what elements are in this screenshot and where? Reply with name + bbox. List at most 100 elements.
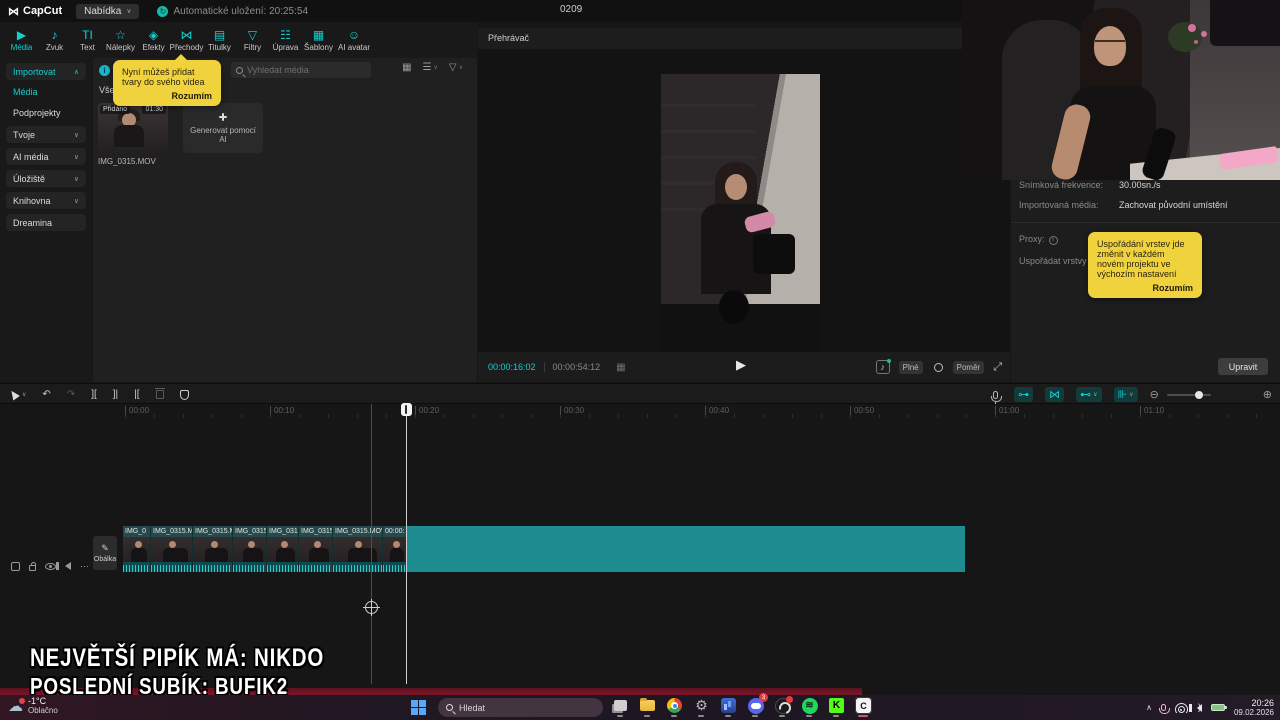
preview-zoom-icon[interactable] [932, 361, 944, 373]
tab-captions[interactable]: ▤ Titulky [203, 28, 236, 52]
tab-effects[interactable]: ◈ Efekty [137, 28, 170, 52]
capcut-taskbar-button[interactable]: C [855, 697, 872, 717]
record-voiceover-icon[interactable] [991, 390, 1003, 405]
zoom-fit-icon[interactable]: ⊕ [1263, 388, 1272, 401]
sidebar-item-storage[interactable]: Úložiště ∨ [6, 170, 86, 187]
tab-templates[interactable]: ▦ Šablony [302, 27, 335, 52]
sidebar-item-import[interactable]: Importovat ∧ [6, 63, 86, 80]
settings-button[interactable]: ⚙ [693, 697, 710, 717]
zoom-out-icon[interactable]: ⊖ [1150, 388, 1159, 401]
visibility-icon[interactable] [45, 562, 56, 570]
timeline-clip[interactable]: 00:00: [383, 526, 407, 572]
linking-icon[interactable]: ⊷ ∨ [1076, 387, 1102, 402]
playhead-handle[interactable] [401, 403, 412, 416]
tray-expand-icon[interactable]: ∧ [1146, 703, 1152, 712]
tab-stickers[interactable]: ☆ Nálepky [104, 28, 137, 52]
discord-button[interactable]: 3 [747, 693, 768, 717]
preview-axis-icon[interactable]: ⊪ ∨ [1113, 387, 1138, 402]
timeline-clip-unrendered[interactable] [407, 526, 965, 572]
tab-audio[interactable]: ♪ Zvuk [38, 28, 71, 52]
cover-button[interactable]: ✎ Obálka [93, 536, 117, 570]
split-icon[interactable]: ][ [91, 389, 97, 400]
trim-left-icon[interactable]: ]| [113, 389, 118, 400]
play-button[interactable]: ▶ [736, 357, 746, 373]
tab-adjust[interactable]: ☷ Úprava [269, 28, 302, 52]
timeline-clip[interactable]: IMG_0315.MOV [333, 526, 383, 572]
timeline-clip[interactable]: IMG_0315.M [151, 526, 193, 572]
autosave-icon: ↻ [157, 5, 169, 17]
sidebar-item-yours[interactable]: Tvoje ∨ [6, 126, 86, 143]
timeline-clip[interactable]: IMG_0315.M [193, 526, 233, 572]
grid-view-icon[interactable]: ▦ [402, 62, 411, 73]
mic-tray-icon[interactable] [1158, 704, 1170, 714]
filter-icon[interactable]: ▽ ∨ [449, 62, 463, 73]
redo-icon[interactable]: ↷ [67, 389, 75, 400]
quality-button[interactable]: Plné [898, 360, 923, 374]
generate-ai-card[interactable]: Generovat pomocí AI [183, 103, 263, 153]
timeline-clip[interactable]: IMG_0315 [233, 526, 267, 572]
timeline-ruler[interactable]: 00:00 00:10 00:20 00:30 00:40 00:50 01:0… [0, 404, 1280, 418]
volume-icon[interactable] [1188, 702, 1202, 712]
info-badge-icon: i [99, 65, 110, 76]
auto-ripple-icon[interactable]: ⋈ [1045, 387, 1065, 402]
tab-filters[interactable]: ▽ Filtry [236, 28, 269, 52]
timeline-clip[interactable]: IMG_0315 [299, 526, 333, 572]
delete-icon[interactable] [154, 388, 165, 399]
video-preview[interactable] [661, 74, 820, 354]
current-time: 00:00:16:02 [488, 362, 536, 372]
sidebar-item-dreamina[interactable]: Dreamina [6, 214, 86, 231]
photos-button[interactable] [720, 697, 737, 717]
tab-media[interactable]: ▶ Média [5, 28, 38, 52]
undo-icon[interactable]: ↶ [42, 389, 50, 400]
sidebar-item-media[interactable]: Média [13, 87, 38, 97]
timeline-clip[interactable]: IMG_0 [123, 526, 151, 572]
ratio-button[interactable]: Poměr [952, 360, 985, 374]
slider-handle[interactable] [1194, 390, 1203, 399]
tab-ai-avatar[interactable]: ☺ AI avatar [335, 28, 373, 52]
frames-view-icon[interactable]: ▦ [616, 362, 625, 373]
weather-widget[interactable]: ☁ -1°C Oblačno [8, 696, 58, 716]
media-search-input[interactable] [247, 65, 357, 75]
chrome-button[interactable] [666, 697, 683, 717]
tab-text[interactable]: TI Text [71, 28, 104, 52]
sidebar-item-ai-media[interactable]: AI média ∨ [6, 148, 86, 165]
select-tool-button[interactable]: ∨ [8, 388, 26, 401]
file-explorer-button[interactable] [639, 697, 656, 717]
start-button[interactable] [411, 700, 426, 715]
search-icon [446, 704, 453, 711]
timeline-zoom-slider[interactable] [1166, 390, 1211, 399]
mask-icon[interactable] [179, 389, 189, 400]
taskbar-search[interactable]: Hledat [438, 698, 603, 717]
kick-button[interactable]: K [828, 697, 845, 717]
video-track[interactable]: IMG_0 IMG_0315.M IMG_0315.M IMG_0315 IMG… [123, 526, 407, 572]
more-icon[interactable]: ⋯ [80, 561, 90, 572]
tooltip-confirm-button[interactable]: Rozumím [1097, 283, 1194, 293]
spotify-button[interactable]: ≋ [801, 697, 818, 717]
spotify-icon: ≋ [801, 697, 818, 714]
fps-value: 30.00sn./s [1119, 180, 1161, 190]
media-search[interactable] [231, 62, 371, 78]
timeline-clip[interactable]: IMG_031 [267, 526, 299, 572]
task-view-button[interactable] [612, 697, 629, 717]
battery-icon[interactable] [1210, 704, 1227, 711]
sidebar-item-library[interactable]: Knihovna ∨ [6, 192, 86, 209]
audio-note-icon[interactable]: ♪ [875, 359, 891, 374]
obs-button[interactable] [774, 695, 793, 717]
mute-icon[interactable] [56, 562, 71, 570]
fullscreen-icon[interactable]: ⤢ [993, 361, 1002, 374]
sort-icon[interactable]: ☰ ∨ [423, 62, 438, 73]
tooltip-confirm-button[interactable]: Rozumím [122, 91, 213, 101]
main-track-magnet-icon[interactable]: ⊶ [1014, 387, 1034, 402]
sidebar-item-subprojects[interactable]: Podprojekty [13, 108, 61, 118]
edit-button[interactable]: Upravit [1218, 358, 1268, 375]
lock-icon[interactable] [29, 561, 36, 571]
tab-transitions[interactable]: ⋈ Přechody [170, 28, 204, 52]
templates-icon: ▦ [312, 27, 325, 42]
info-icon[interactable]: i [1048, 235, 1058, 245]
clock[interactable]: 20:26 09.02.2026 [1234, 698, 1274, 718]
trim-right-icon[interactable]: |[ [134, 389, 139, 400]
wifi-icon[interactable] [1174, 702, 1188, 713]
menu-button[interactable]: Nabídka ∨ [76, 3, 140, 19]
media-clip-card[interactable]: Přidáno 01:30 [98, 103, 168, 153]
playhead-line[interactable] [406, 404, 407, 684]
